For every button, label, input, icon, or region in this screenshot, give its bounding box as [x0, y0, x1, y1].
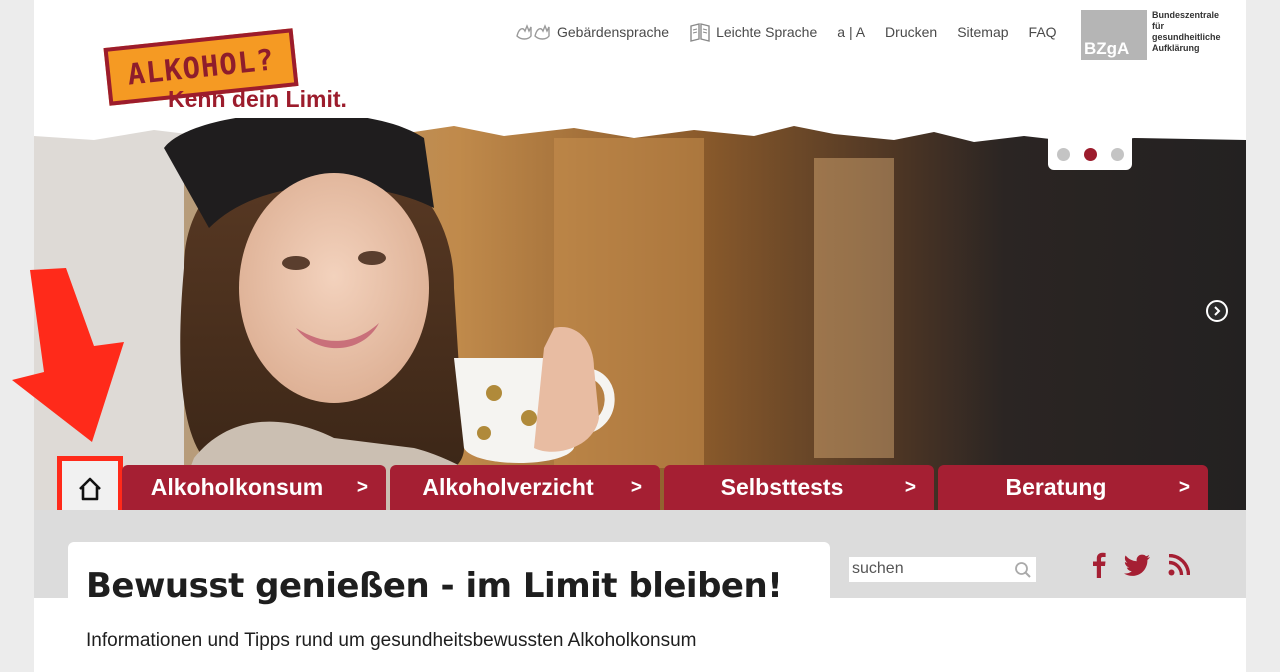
content-card	[68, 542, 830, 672]
page-subtitle: Informationen und Tipps rund um gesundhe…	[86, 630, 697, 651]
bzga-logo-box: BZgA	[1081, 10, 1147, 60]
chevron-right-icon: >	[356, 477, 368, 498]
topnav-sign-language[interactable]: Gebärdensprache	[514, 22, 669, 42]
topnav-font-size-label: a | A	[837, 24, 866, 40]
topnav-easy-language-label: Leichte Sprache	[716, 24, 818, 40]
nav-tab-label: Selbsttests	[720, 474, 844, 500]
slider-next-button[interactable]	[1206, 300, 1228, 322]
bzga-logo[interactable]: BZgA Bundeszentrale für gesundheitliche …	[1081, 10, 1221, 60]
nav-tab-alkoholkonsum[interactable]: Alkoholkonsum >	[122, 465, 386, 510]
hero-image	[34, 118, 1246, 510]
sign-language-icon	[516, 24, 550, 40]
rss-icon[interactable]	[1166, 552, 1192, 578]
chevron-right-icon: >	[630, 477, 642, 498]
chevron-right-circle-icon	[1214, 306, 1221, 316]
search-icon[interactable]	[1014, 561, 1032, 584]
topnav-sign-language-label: Gebärdensprache	[557, 24, 670, 40]
topnav-font-size[interactable]: a | A	[837, 24, 865, 40]
annotation-arrow-icon	[12, 268, 124, 442]
logo-tagline: Kenn dein Limit.	[168, 86, 347, 112]
slider-dot-active[interactable]	[1083, 147, 1097, 161]
slider-dots	[1048, 138, 1132, 170]
nav-tab-alkoholverzicht[interactable]: Alkoholverzicht >	[390, 465, 660, 510]
search-box	[849, 557, 1036, 582]
nav-tab-selbsttests[interactable]: Selbsttests >	[664, 465, 934, 510]
topnav-sitemap-label: Sitemap	[957, 24, 1009, 40]
chevron-right-icon: >	[1178, 477, 1190, 498]
easy-language-book-icon	[690, 23, 710, 42]
bzga-name-line: Bundeszentrale	[1152, 10, 1220, 20]
bzga-name-line: für	[1152, 21, 1164, 31]
facebook-icon[interactable]	[1088, 552, 1110, 578]
topnav-sitemap[interactable]: Sitemap	[957, 24, 1008, 40]
slider-dot[interactable]	[1056, 147, 1070, 161]
home-icon	[79, 477, 101, 501]
bzga-name-line: gesundheitliche	[1152, 32, 1221, 42]
top-navigation: Gebärdensprache Leichte Sprache a | A Dr…	[514, 22, 1057, 42]
bzga-name: Bundeszentrale für gesundheitliche Aufkl…	[1152, 10, 1221, 60]
topnav-faq-label: FAQ	[1028, 24, 1057, 40]
nav-tab-label: Alkoholkonsum	[150, 474, 324, 500]
chevron-right-icon: >	[904, 477, 916, 498]
topnav-print[interactable]: Drucken	[885, 24, 937, 40]
nav-tab-label: Beratung	[1005, 474, 1107, 500]
search-input[interactable]	[849, 557, 1012, 580]
page-title: Bewusst genießen - im Limit bleiben!	[86, 566, 783, 606]
site-logo[interactable]: ALKOHOL? Kenn dein Limit.	[103, 28, 376, 122]
twitter-icon[interactable]	[1122, 552, 1152, 578]
topnav-faq[interactable]: FAQ	[1029, 24, 1057, 40]
topnav-print-label: Drucken	[885, 24, 938, 40]
nav-tab-label: Alkoholverzicht	[422, 474, 594, 500]
nav-tab-beratung[interactable]: Beratung >	[938, 465, 1208, 510]
slider-dot[interactable]	[1110, 147, 1124, 161]
bzga-logo-text: BZgA	[1084, 39, 1130, 58]
logo-stamp-text: ALKOHOL?	[125, 42, 277, 92]
hero-slider	[34, 118, 1246, 510]
bzga-name-line: Aufklärung	[1152, 43, 1200, 53]
topnav-easy-language[interactable]: Leichte Sprache	[689, 22, 817, 42]
